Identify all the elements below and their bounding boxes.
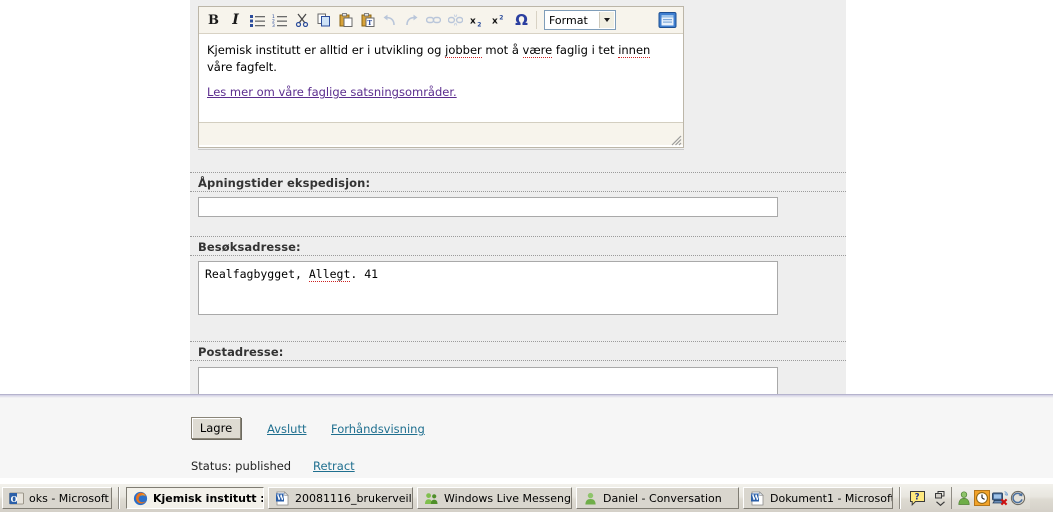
preview-link[interactable]: Forhåndsvisning: [331, 422, 425, 436]
subscript-icon[interactable]: x 2: [467, 10, 488, 31]
firefox-icon: [133, 491, 148, 506]
bar-top-shadow: [0, 395, 1053, 398]
field-separator: [190, 236, 846, 237]
network-disconnected-tray-icon[interactable]: [992, 490, 1009, 506]
svg-text:2: 2: [477, 21, 481, 27]
label-besoksadresse: Besøksadresse:: [198, 240, 301, 254]
rich-text-editor[interactable]: B I 1 2 3 T x 2 x 2 Ω Format Kjemisk ins…: [198, 6, 684, 148]
taskbar-item-messenger[interactable]: Windows Live Messenger: [417, 487, 572, 509]
field-separator: [190, 172, 846, 173]
taskbar-item-label: Windows Live Messenger: [444, 491, 572, 505]
field-separator: [190, 341, 846, 342]
svg-text:W: W: [276, 493, 285, 502]
label-apningstider: Åpningstider ekspedisjon:: [198, 176, 371, 190]
user-account-tray-icon[interactable]: [956, 490, 972, 506]
taskbar: O oks - Microsoft Outl... Kjemisk instit…: [0, 483, 1053, 512]
taskbar-divider: [899, 487, 901, 509]
editor-paragraph: Kjemisk institutt er alltid er i utvikli…: [207, 43, 651, 74]
chevron-down-icon[interactable]: [599, 12, 614, 28]
paste-text-icon[interactable]: T: [357, 10, 378, 31]
contact-icon: [583, 491, 598, 506]
special-character-icon[interactable]: Ω: [511, 10, 532, 31]
spellcheck-word: Allegt: [308, 267, 351, 282]
address-text-1: Realfagbygget,: [205, 267, 309, 281]
svg-text:?: ?: [915, 492, 920, 502]
field-separator: [190, 191, 846, 192]
numbered-list-icon[interactable]: 1 2 3: [269, 10, 290, 31]
toolbar-separator: [536, 11, 537, 29]
superscript-icon[interactable]: x 2: [489, 10, 510, 31]
cut-icon[interactable]: [291, 10, 312, 31]
bottom-action-bar: [0, 394, 1053, 478]
editor-text-2: mot å: [481, 43, 523, 57]
clock-reminder-tray-icon[interactable]: [974, 490, 990, 506]
bulleted-list-icon[interactable]: [247, 10, 268, 31]
save-button[interactable]: Lagre: [191, 417, 241, 439]
input-apningstider[interactable]: [198, 197, 778, 217]
cancel-link[interactable]: Avslutt: [267, 422, 307, 436]
taskbar-item-label: Daniel - Conversation: [603, 491, 722, 505]
editor-text-3: faglig i tet: [552, 43, 619, 57]
resize-grip-handle[interactable]: [669, 131, 682, 146]
taskbar-item-firefox[interactable]: Kjemisk institutt :: Ui...: [126, 487, 264, 509]
taskbar-item-label: 20081116_brukerveiled...: [295, 491, 412, 505]
taskbar-item-label: Dokument1 - Microsoft ...: [770, 491, 893, 505]
format-select-value: Format: [549, 13, 588, 27]
form-column: B I 1 2 3 T x 2 x 2 Ω Format Kjemisk ins…: [190, 0, 846, 394]
help-balloon-icon[interactable]: ?: [905, 490, 930, 507]
taskbar-item-label: Kjemisk institutt :: Ui...: [153, 491, 263, 505]
retract-link[interactable]: Retract: [313, 459, 355, 473]
svg-text:3: 3: [272, 23, 275, 27]
spellcheck-word: innen: [618, 43, 651, 58]
svg-text:T: T: [367, 19, 372, 27]
textarea-besoksadresse[interactable]: Realfagbygget, Allegt. 41: [198, 261, 778, 315]
format-select[interactable]: Format: [544, 10, 616, 30]
svg-text:x: x: [470, 16, 476, 26]
copy-icon[interactable]: [313, 10, 334, 31]
editor-hyperlink[interactable]: Les mer om våre faglige satsningsområder…: [207, 84, 457, 101]
taskbar-item-word-doc-2[interactable]: W Dokument1 - Microsoft ...: [743, 487, 893, 509]
redo-icon: [401, 10, 422, 31]
svg-text:W: W: [751, 493, 760, 502]
taskbar-divider: [118, 487, 120, 509]
taskbar-item-conversation[interactable]: Daniel - Conversation: [576, 487, 739, 509]
word-document-icon: W: [275, 490, 290, 506]
link-icon: [423, 10, 444, 31]
messenger-icon: [424, 491, 439, 506]
editor-toolbar: B I 1 2 3 T x 2 x 2 Ω Format: [199, 7, 683, 34]
system-tray: [951, 487, 1030, 509]
status-text: Status: published: [191, 459, 292, 473]
editor-status-bar: [199, 122, 683, 146]
taskbar-item-outlook[interactable]: O oks - Microsoft Outl...: [2, 487, 112, 509]
unlink-icon: [445, 10, 466, 31]
paste-icon[interactable]: [335, 10, 356, 31]
address-text-2: . 41: [350, 267, 379, 281]
source-view-icon[interactable]: [658, 11, 677, 29]
form-scroll-region: B I 1 2 3 T x 2 x 2 Ω Format Kjemisk ins…: [0, 0, 1053, 394]
editor-bottom-divider: [198, 148, 684, 150]
taskbar-item-label: oks - Microsoft Outl...: [29, 491, 111, 505]
spellcheck-word: være: [522, 43, 553, 58]
show-hidden-icons-icon[interactable]: [930, 490, 951, 506]
svg-text:O: O: [11, 494, 18, 504]
field-separator: [190, 255, 846, 256]
taskbar-item-word-doc-1[interactable]: W 20081116_brukerveiled...: [268, 487, 413, 509]
outlook-icon: O: [9, 491, 24, 506]
undo-icon: [379, 10, 400, 31]
editor-content-area[interactable]: Kjemisk institutt er alltid er i utvikli…: [199, 34, 683, 122]
svg-text:x: x: [492, 16, 498, 26]
svg-text:2: 2: [499, 14, 503, 21]
word-document-icon: W: [750, 490, 765, 506]
textarea-postadresse[interactable]: [198, 367, 778, 394]
sync-tray-icon[interactable]: [1010, 490, 1026, 506]
spellcheck-word: jobber: [445, 43, 482, 58]
editor-text-1: Kjemisk institutt er alltid er i utvikli…: [207, 43, 446, 57]
bold-icon[interactable]: B: [203, 10, 224, 31]
screen: B I 1 2 3 T x 2 x 2 Ω Format Kjemisk ins…: [0, 0, 1053, 512]
label-postadresse: Postadresse:: [198, 345, 284, 359]
field-separator: [190, 360, 846, 361]
editor-text-4: våre fagfelt.: [207, 59, 277, 74]
italic-icon[interactable]: I: [225, 10, 246, 31]
